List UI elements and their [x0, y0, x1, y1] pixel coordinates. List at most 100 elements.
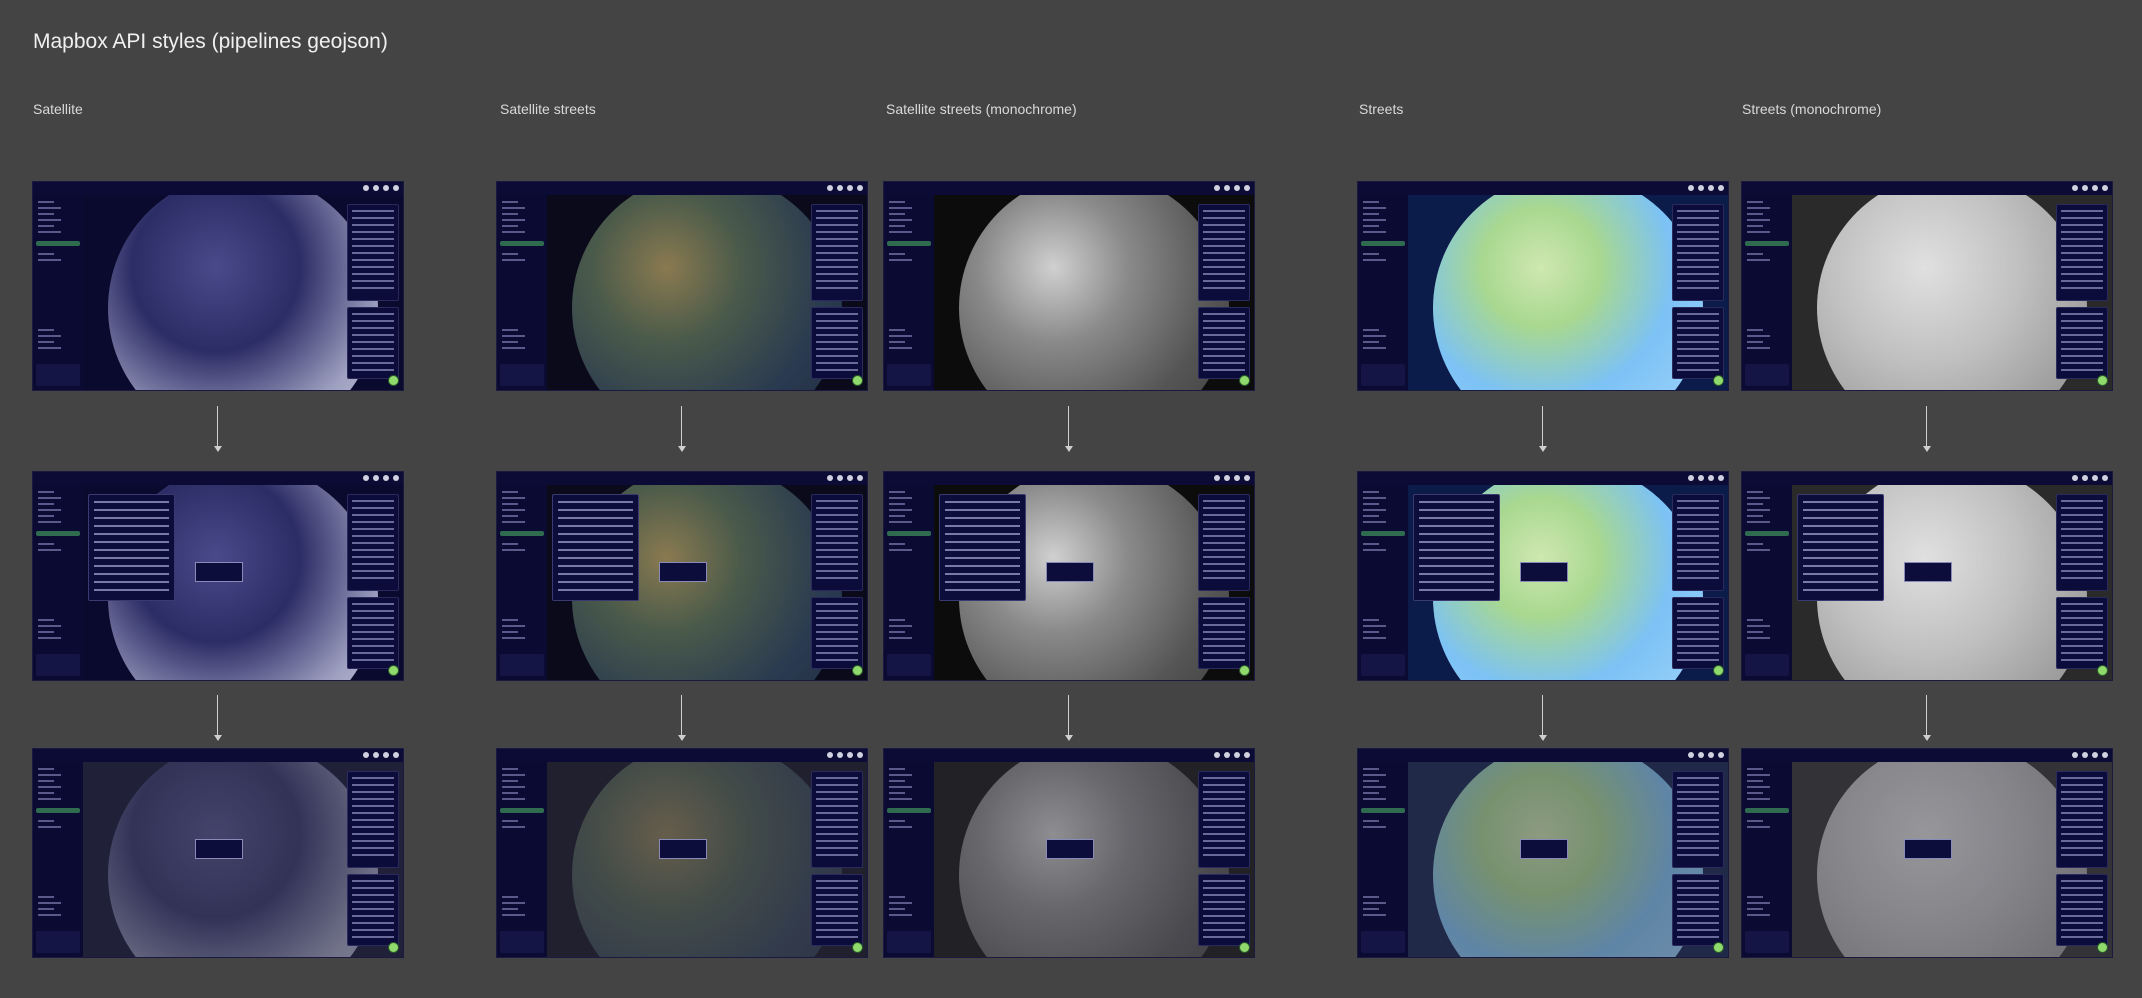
- sidebar-item[interactable]: [889, 503, 905, 505]
- layer-row[interactable]: [1203, 570, 1245, 572]
- layer-row[interactable]: [1203, 833, 1245, 835]
- sidebar-item-active[interactable]: [887, 241, 931, 246]
- layers-panel[interactable]: [347, 494, 399, 591]
- layer-row[interactable]: [816, 287, 858, 289]
- sidebar-item[interactable]: [38, 625, 61, 627]
- search-icon[interactable]: [1688, 185, 1694, 191]
- sidebar-item[interactable]: [38, 619, 54, 621]
- sidebar-item[interactable]: [889, 786, 912, 788]
- sidebar-item[interactable]: [889, 625, 912, 627]
- settings-icon[interactable]: [1708, 752, 1714, 758]
- layer-row[interactable]: [816, 791, 858, 793]
- layer-row[interactable]: [1677, 570, 1719, 572]
- layer-row[interactable]: [1677, 507, 1719, 509]
- sidebar-item[interactable]: [889, 902, 912, 904]
- avatar[interactable]: [2102, 185, 2108, 191]
- globe-icon[interactable]: [837, 185, 843, 191]
- sidebar-item[interactable]: [1747, 253, 1763, 255]
- user-card[interactable]: [1745, 931, 1789, 953]
- sidebar-item[interactable]: [38, 521, 61, 523]
- sidebar-item[interactable]: [38, 347, 61, 349]
- assistant-button[interactable]: [2097, 942, 2108, 953]
- settings-icon[interactable]: [1234, 185, 1240, 191]
- layer-row[interactable]: [1677, 556, 1719, 558]
- layer-row[interactable]: [816, 245, 858, 247]
- sidebar-item[interactable]: [889, 201, 905, 203]
- layer-row[interactable]: [816, 273, 858, 275]
- layer-row[interactable]: [352, 819, 394, 821]
- sidebar-item-active[interactable]: [1745, 808, 1789, 813]
- layer-row[interactable]: [816, 514, 858, 516]
- sidebar-item[interactable]: [502, 491, 518, 493]
- layer-row[interactable]: [1203, 528, 1245, 530]
- globe-icon[interactable]: [837, 475, 843, 481]
- sidebar-item[interactable]: [502, 225, 518, 227]
- layer-row[interactable]: [816, 784, 858, 786]
- layer-row[interactable]: [816, 210, 858, 212]
- sidebar-item[interactable]: [38, 515, 54, 517]
- sidebar-item[interactable]: [502, 774, 525, 776]
- user-card[interactable]: [1361, 654, 1405, 676]
- settings-icon[interactable]: [383, 185, 389, 191]
- layer-row[interactable]: [2061, 798, 2103, 800]
- layers-panel[interactable]: [1198, 204, 1250, 301]
- sidebar-item[interactable]: [1747, 549, 1770, 551]
- search-icon[interactable]: [1688, 475, 1694, 481]
- globe-icon[interactable]: [837, 752, 843, 758]
- layer-row[interactable]: [352, 791, 394, 793]
- layer-row[interactable]: [2061, 819, 2103, 821]
- user-card[interactable]: [36, 364, 80, 386]
- user-card[interactable]: [1361, 364, 1405, 386]
- sidebar-item[interactable]: [1747, 509, 1770, 511]
- sidebar-item[interactable]: [502, 820, 518, 822]
- layer-row[interactable]: [352, 245, 394, 247]
- layer-row[interactable]: [816, 224, 858, 226]
- sidebar-item[interactable]: [502, 231, 525, 233]
- sidebar-item[interactable]: [502, 625, 525, 627]
- sidebar-item[interactable]: [502, 631, 518, 633]
- layer-row[interactable]: [1677, 854, 1719, 856]
- sidebar-item[interactable]: [1363, 543, 1379, 545]
- sidebar-item[interactable]: [1363, 219, 1386, 221]
- layer-row[interactable]: [1203, 500, 1245, 502]
- layer-row[interactable]: [816, 563, 858, 565]
- sidebar-item[interactable]: [502, 497, 525, 499]
- layer-row[interactable]: [2061, 252, 2103, 254]
- search-icon[interactable]: [1214, 185, 1220, 191]
- sidebar-item[interactable]: [38, 786, 61, 788]
- settings-icon[interactable]: [1234, 475, 1240, 481]
- assistant-button[interactable]: [388, 665, 399, 676]
- sidebar-item[interactable]: [502, 201, 518, 203]
- search-icon[interactable]: [2072, 185, 2078, 191]
- layer-row[interactable]: [352, 259, 394, 261]
- layer-row[interactable]: [1677, 252, 1719, 254]
- layer-row[interactable]: [1203, 259, 1245, 261]
- layer-row[interactable]: [1203, 224, 1245, 226]
- layer-row[interactable]: [352, 224, 394, 226]
- sidebar-item-active[interactable]: [500, 531, 544, 536]
- layer-row[interactable]: [1203, 245, 1245, 247]
- layer-row[interactable]: [1203, 231, 1245, 233]
- layer-row[interactable]: [816, 266, 858, 268]
- layer-row[interactable]: [816, 500, 858, 502]
- sidebar-item[interactable]: [38, 201, 54, 203]
- layer-row[interactable]: [2061, 791, 2103, 793]
- sidebar-item[interactable]: [502, 792, 518, 794]
- pipeline-detail-panel[interactable]: [552, 494, 639, 601]
- sidebar-item[interactable]: [502, 780, 518, 782]
- user-card[interactable]: [36, 654, 80, 676]
- layer-row[interactable]: [1203, 819, 1245, 821]
- layer-row[interactable]: [1677, 521, 1719, 523]
- sidebar-item[interactable]: [502, 207, 525, 209]
- layer-row[interactable]: [1677, 535, 1719, 537]
- sidebar-item[interactable]: [1747, 631, 1763, 633]
- user-card[interactable]: [36, 931, 80, 953]
- sidebar-item[interactable]: [502, 329, 518, 331]
- layer-row[interactable]: [816, 556, 858, 558]
- settings-icon[interactable]: [1234, 752, 1240, 758]
- user-card[interactable]: [1745, 654, 1789, 676]
- avatar[interactable]: [857, 752, 863, 758]
- sidebar-item[interactable]: [1363, 225, 1379, 227]
- pipeline-detail-panel[interactable]: [1413, 494, 1500, 601]
- layer-row[interactable]: [1677, 812, 1719, 814]
